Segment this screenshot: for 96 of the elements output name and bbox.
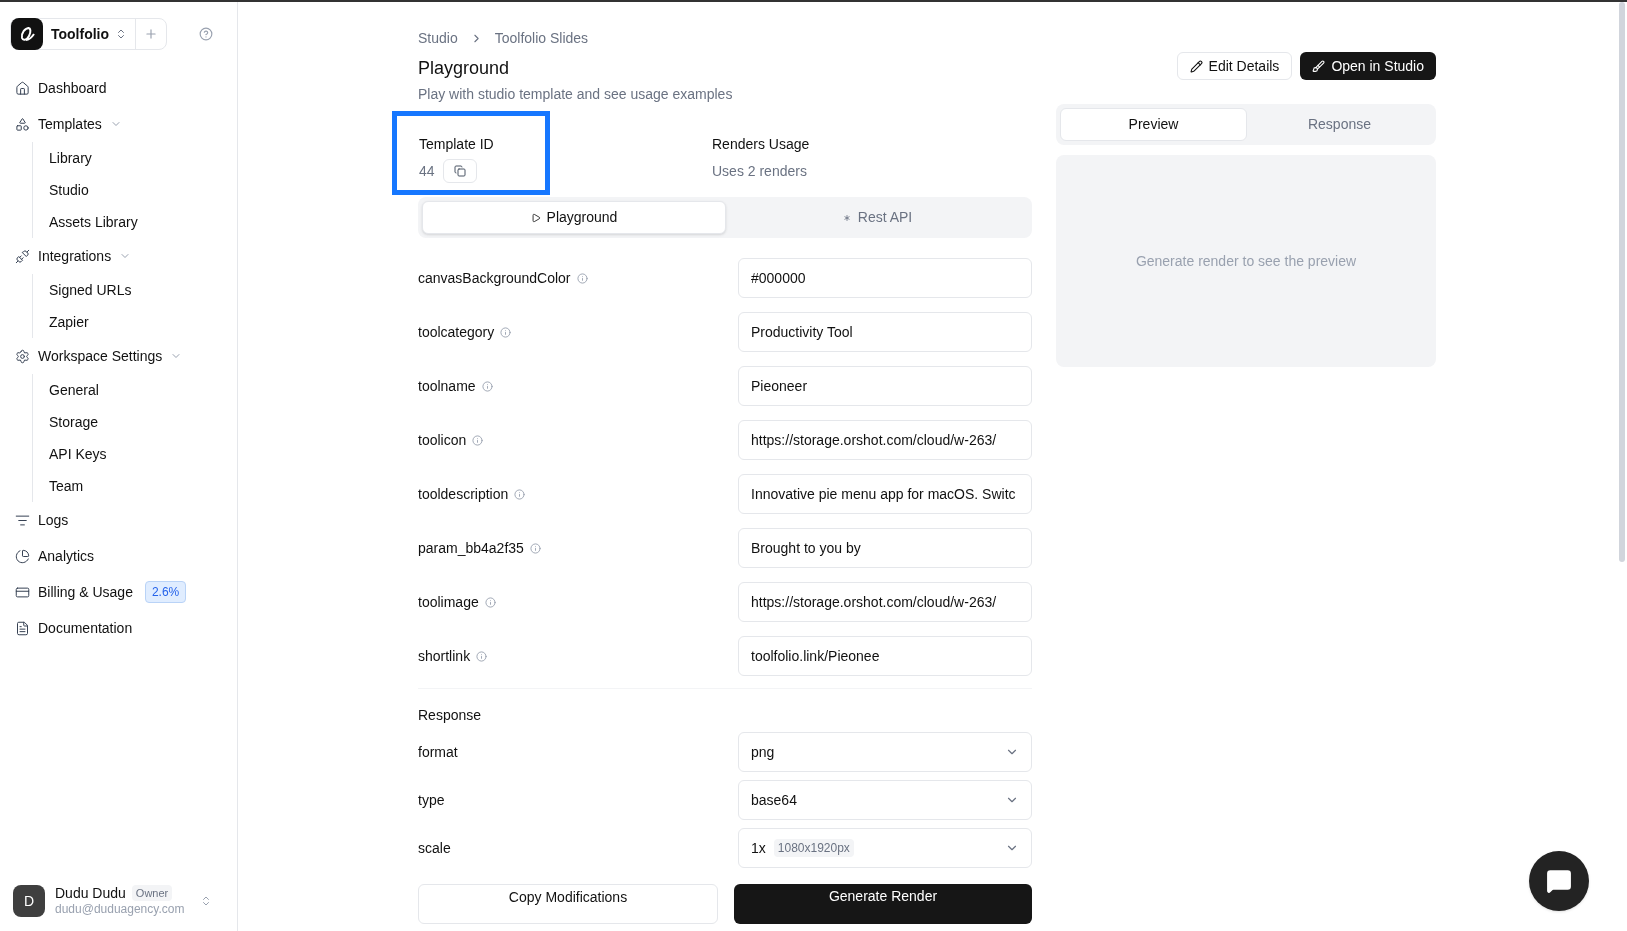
action-button[interactable]: Copy Modifications	[418, 884, 718, 924]
header-button[interactable]: Edit Details	[1176, 52, 1293, 80]
chevrons-icon[interactable]	[200, 895, 212, 907]
select-value: 1x	[751, 838, 766, 858]
field-label: param_bb4a2f35	[418, 538, 524, 558]
field-label: toolname	[418, 376, 476, 396]
plug-icon	[15, 248, 30, 264]
field-label: toolcategory	[418, 322, 495, 342]
input-field[interactable]: Productivity Tool	[738, 312, 1032, 352]
role-badge: Owner	[131, 885, 173, 901]
input-field[interactable]: Innovative pie menu app for macOS. Switc	[738, 474, 1032, 514]
input-field[interactable]: #000000	[738, 258, 1032, 298]
sidebar-subitem[interactable]: Team	[49, 470, 227, 502]
sidebar-subitem[interactable]: API Keys	[49, 438, 227, 470]
input-field[interactable]: Brought to you by	[738, 528, 1032, 568]
sidebar-subitem[interactable]: Signed URLs	[49, 274, 227, 306]
sidebar-item[interactable]: Templates	[10, 106, 227, 142]
tab[interactable]: Playground	[422, 201, 726, 234]
info-icon[interactable]	[484, 596, 496, 608]
field-label: toolimage	[418, 592, 479, 612]
sidebar-item[interactable]: Billing & Usage 2.6%	[10, 574, 227, 610]
user-email: dudu@duduagency.com	[55, 901, 185, 917]
select-field[interactable]: png	[738, 732, 1032, 772]
workspace-name: Toolfolio	[51, 24, 110, 44]
sidebar-subitem[interactable]: Zapier	[49, 306, 227, 338]
chat-button[interactable]	[1529, 851, 1589, 911]
sidebar-subitem[interactable]: Studio	[49, 174, 227, 206]
chart-icon	[15, 548, 30, 564]
sidebar-item[interactable]: Integrations	[10, 238, 227, 274]
settings-icon	[15, 348, 30, 364]
info-icon[interactable]	[529, 542, 541, 554]
select-value: base64	[751, 790, 797, 810]
info-icon[interactable]	[576, 272, 588, 284]
page-title: Playground	[418, 57, 511, 80]
field-label: toolicon	[418, 430, 467, 450]
workspace-switcher[interactable]: Toolfolio	[10, 18, 168, 50]
field-label: shortlink	[418, 646, 471, 666]
input-field[interactable]: Pieoneer	[738, 366, 1032, 406]
brush-icon	[1312, 59, 1326, 73]
preview-message: Generate render to see the preview	[1135, 251, 1357, 271]
document-icon	[15, 620, 30, 636]
list-icon	[15, 512, 30, 528]
option-label: format	[418, 742, 458, 762]
select-field[interactable]: 1x 1080x1920px	[738, 828, 1032, 868]
sidebar-subitem[interactable]: Storage	[49, 406, 227, 438]
input-field[interactable]: toolfolio.link/Pieonee	[738, 636, 1032, 676]
breadcrumb-link[interactable]: Toolfolio Slides	[494, 28, 589, 49]
sidebar-item[interactable]: Workspace Settings	[10, 338, 227, 374]
option-label: type	[418, 790, 445, 810]
usage-badge: 2.6%	[144, 581, 187, 603]
asterisk-icon	[841, 212, 852, 223]
info-icon[interactable]	[481, 380, 493, 392]
tab[interactable]: Rest API	[726, 201, 1028, 234]
option-label: scale	[418, 838, 451, 858]
page-subtitle: Play with studio template and see usage examples	[418, 85, 734, 104]
sidebar-item[interactable]: Documentation	[10, 610, 227, 646]
response-heading: Response	[418, 706, 483, 725]
sidebar-item[interactable]: Analytics	[10, 538, 227, 574]
select-field[interactable]: base64	[738, 780, 1032, 820]
action-button[interactable]: Generate Render	[734, 884, 1032, 924]
size-hint: 1080x1920px	[773, 839, 854, 857]
header-button[interactable]: Open in Studio	[1300, 52, 1436, 80]
info-icon[interactable]	[500, 326, 512, 338]
sidebar-subitem[interactable]: Library	[49, 142, 227, 174]
home-icon	[15, 80, 30, 96]
field-label: canvasBackgroundColor	[418, 268, 571, 288]
credit-card-icon	[15, 584, 30, 600]
input-field[interactable]: https://storage.orshot.com/cloud/w-263/	[738, 420, 1032, 460]
renders-label: Renders Usage	[712, 135, 810, 154]
shapes-icon	[15, 116, 30, 132]
sidebar-subitem[interactable]: Assets Library	[49, 206, 227, 238]
info-icon[interactable]	[514, 488, 526, 500]
field-label: tooldescription	[418, 484, 509, 504]
input-field[interactable]: https://storage.orshot.com/cloud/w-263/	[738, 582, 1032, 622]
help-icon[interactable]	[199, 27, 213, 41]
chat-icon	[1546, 868, 1572, 894]
select-value: png	[751, 742, 775, 762]
template-id-label: Template ID	[419, 135, 495, 154]
tab[interactable]: Response	[1247, 108, 1432, 141]
user-avatar: D	[13, 885, 45, 917]
info-icon[interactable]	[476, 650, 488, 662]
breadcrumb-link[interactable]: Studio	[418, 28, 458, 49]
renders-value: Uses 2 renders	[712, 162, 808, 181]
tab[interactable]: Preview	[1060, 108, 1247, 141]
copy-icon	[453, 165, 466, 177]
sidebar-item[interactable]: Logs	[10, 502, 227, 538]
sidebar-subitem[interactable]: General	[49, 374, 227, 406]
sidebar-item[interactable]: Dashboard	[10, 70, 227, 106]
play-icon	[530, 212, 541, 223]
info-icon[interactable]	[472, 434, 484, 446]
copy-button[interactable]	[442, 159, 477, 183]
template-id-value: 44	[419, 161, 435, 181]
user-name: Dudu Dudu	[55, 885, 126, 901]
add-icon[interactable]	[144, 27, 159, 41]
logo-icon	[11, 18, 43, 50]
pencil-icon	[1189, 59, 1203, 73]
